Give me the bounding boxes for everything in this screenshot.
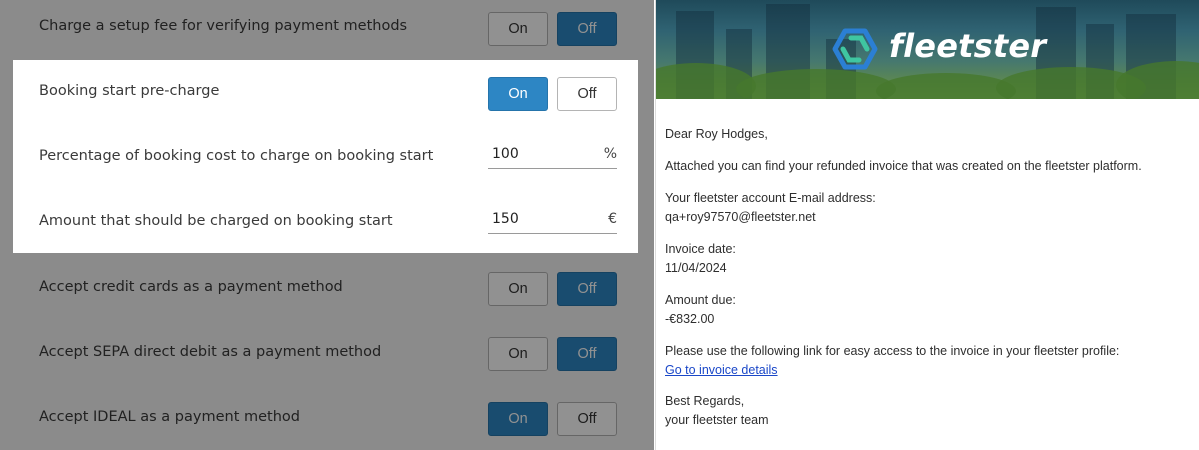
email-closing: Best Regards, bbox=[665, 394, 745, 408]
email-greeting: Dear Roy Hodges, bbox=[665, 127, 768, 141]
amount-due-value: -€832.00 bbox=[665, 312, 715, 326]
account-email: qa+roy97570@fleetster.net bbox=[665, 210, 816, 224]
account-label: Your fleetster account E-mail address: bbox=[665, 191, 876, 205]
invoice-link-wrap: Go to invoice details bbox=[665, 364, 778, 377]
email-preview: fleetster Dear Roy Hodges, Attached you … bbox=[655, 0, 1199, 450]
invoice-date-label: Invoice date: bbox=[665, 242, 736, 256]
link-intro: Please use the following link for easy a… bbox=[665, 344, 1120, 358]
email-signature: your fleetster team bbox=[665, 413, 769, 427]
invoice-details-link[interactable]: Go to invoice details bbox=[665, 363, 778, 377]
invoice-date-value: 11/04/2024 bbox=[665, 261, 727, 275]
amount-due-label: Amount due: bbox=[665, 293, 736, 307]
fleetster-logo: fleetster bbox=[831, 24, 1046, 72]
fleetster-logo-icon bbox=[832, 28, 878, 70]
email-intro: Attached you can find your refunded invo… bbox=[665, 159, 1142, 173]
brand-name: fleetster bbox=[889, 27, 1047, 65]
dim-overlay bbox=[0, 0, 654, 450]
email-header-banner: fleetster bbox=[656, 0, 1199, 99]
payment-settings-panel: Charge a setup fee for verifying payment… bbox=[0, 0, 654, 450]
